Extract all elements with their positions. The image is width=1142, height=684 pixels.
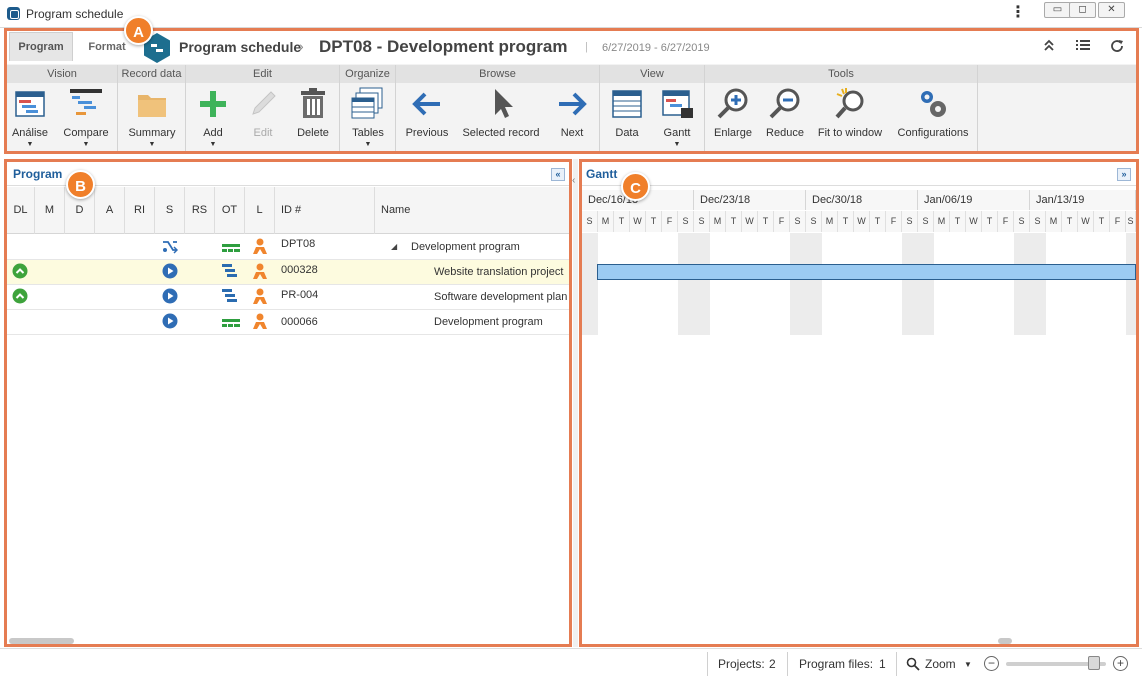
region-b-highlight <box>4 159 572 647</box>
panel-splitter[interactable] <box>573 159 578 647</box>
window-titlebar <box>0 0 1142 28</box>
projects-count: 2 <box>769 657 776 671</box>
chevron-down-icon[interactable]: ▼ <box>964 660 972 669</box>
zoom-slider-thumb[interactable] <box>1088 656 1100 670</box>
region-c-highlight <box>579 159 1139 647</box>
chevron-left-icon[interactable]: ‹ <box>572 175 575 186</box>
region-a-highlight <box>4 28 1139 154</box>
status-divider <box>896 652 897 676</box>
status-divider <box>787 652 788 676</box>
app-icon <box>7 7 20 20</box>
close-icon[interactable]: ✕ <box>1098 2 1125 18</box>
program-files-label: Program files: <box>799 657 874 671</box>
restore-icon[interactable]: ◻ <box>1069 2 1096 18</box>
zoom-out-icon[interactable]: − <box>984 656 999 671</box>
horizontal-scrollbar[interactable] <box>998 638 1012 644</box>
projects-label: Projects: <box>718 657 765 671</box>
magnifier-icon[interactable] <box>906 657 920 674</box>
callout-badge-a: A <box>124 16 153 45</box>
zoom-label[interactable]: Zoom <box>925 657 956 671</box>
callout-badge-b: B <box>66 170 95 199</box>
callout-badge-c: C <box>621 172 650 201</box>
status-divider <box>707 652 708 676</box>
minimize-icon[interactable]: ▭ <box>1044 2 1071 18</box>
program-files-count: 1 <box>879 657 886 671</box>
window-title: Program schedule <box>26 7 124 21</box>
zoom-in-icon[interactable]: + <box>1113 656 1128 671</box>
kebab-icon[interactable]: ⋮ <box>1010 5 1026 23</box>
